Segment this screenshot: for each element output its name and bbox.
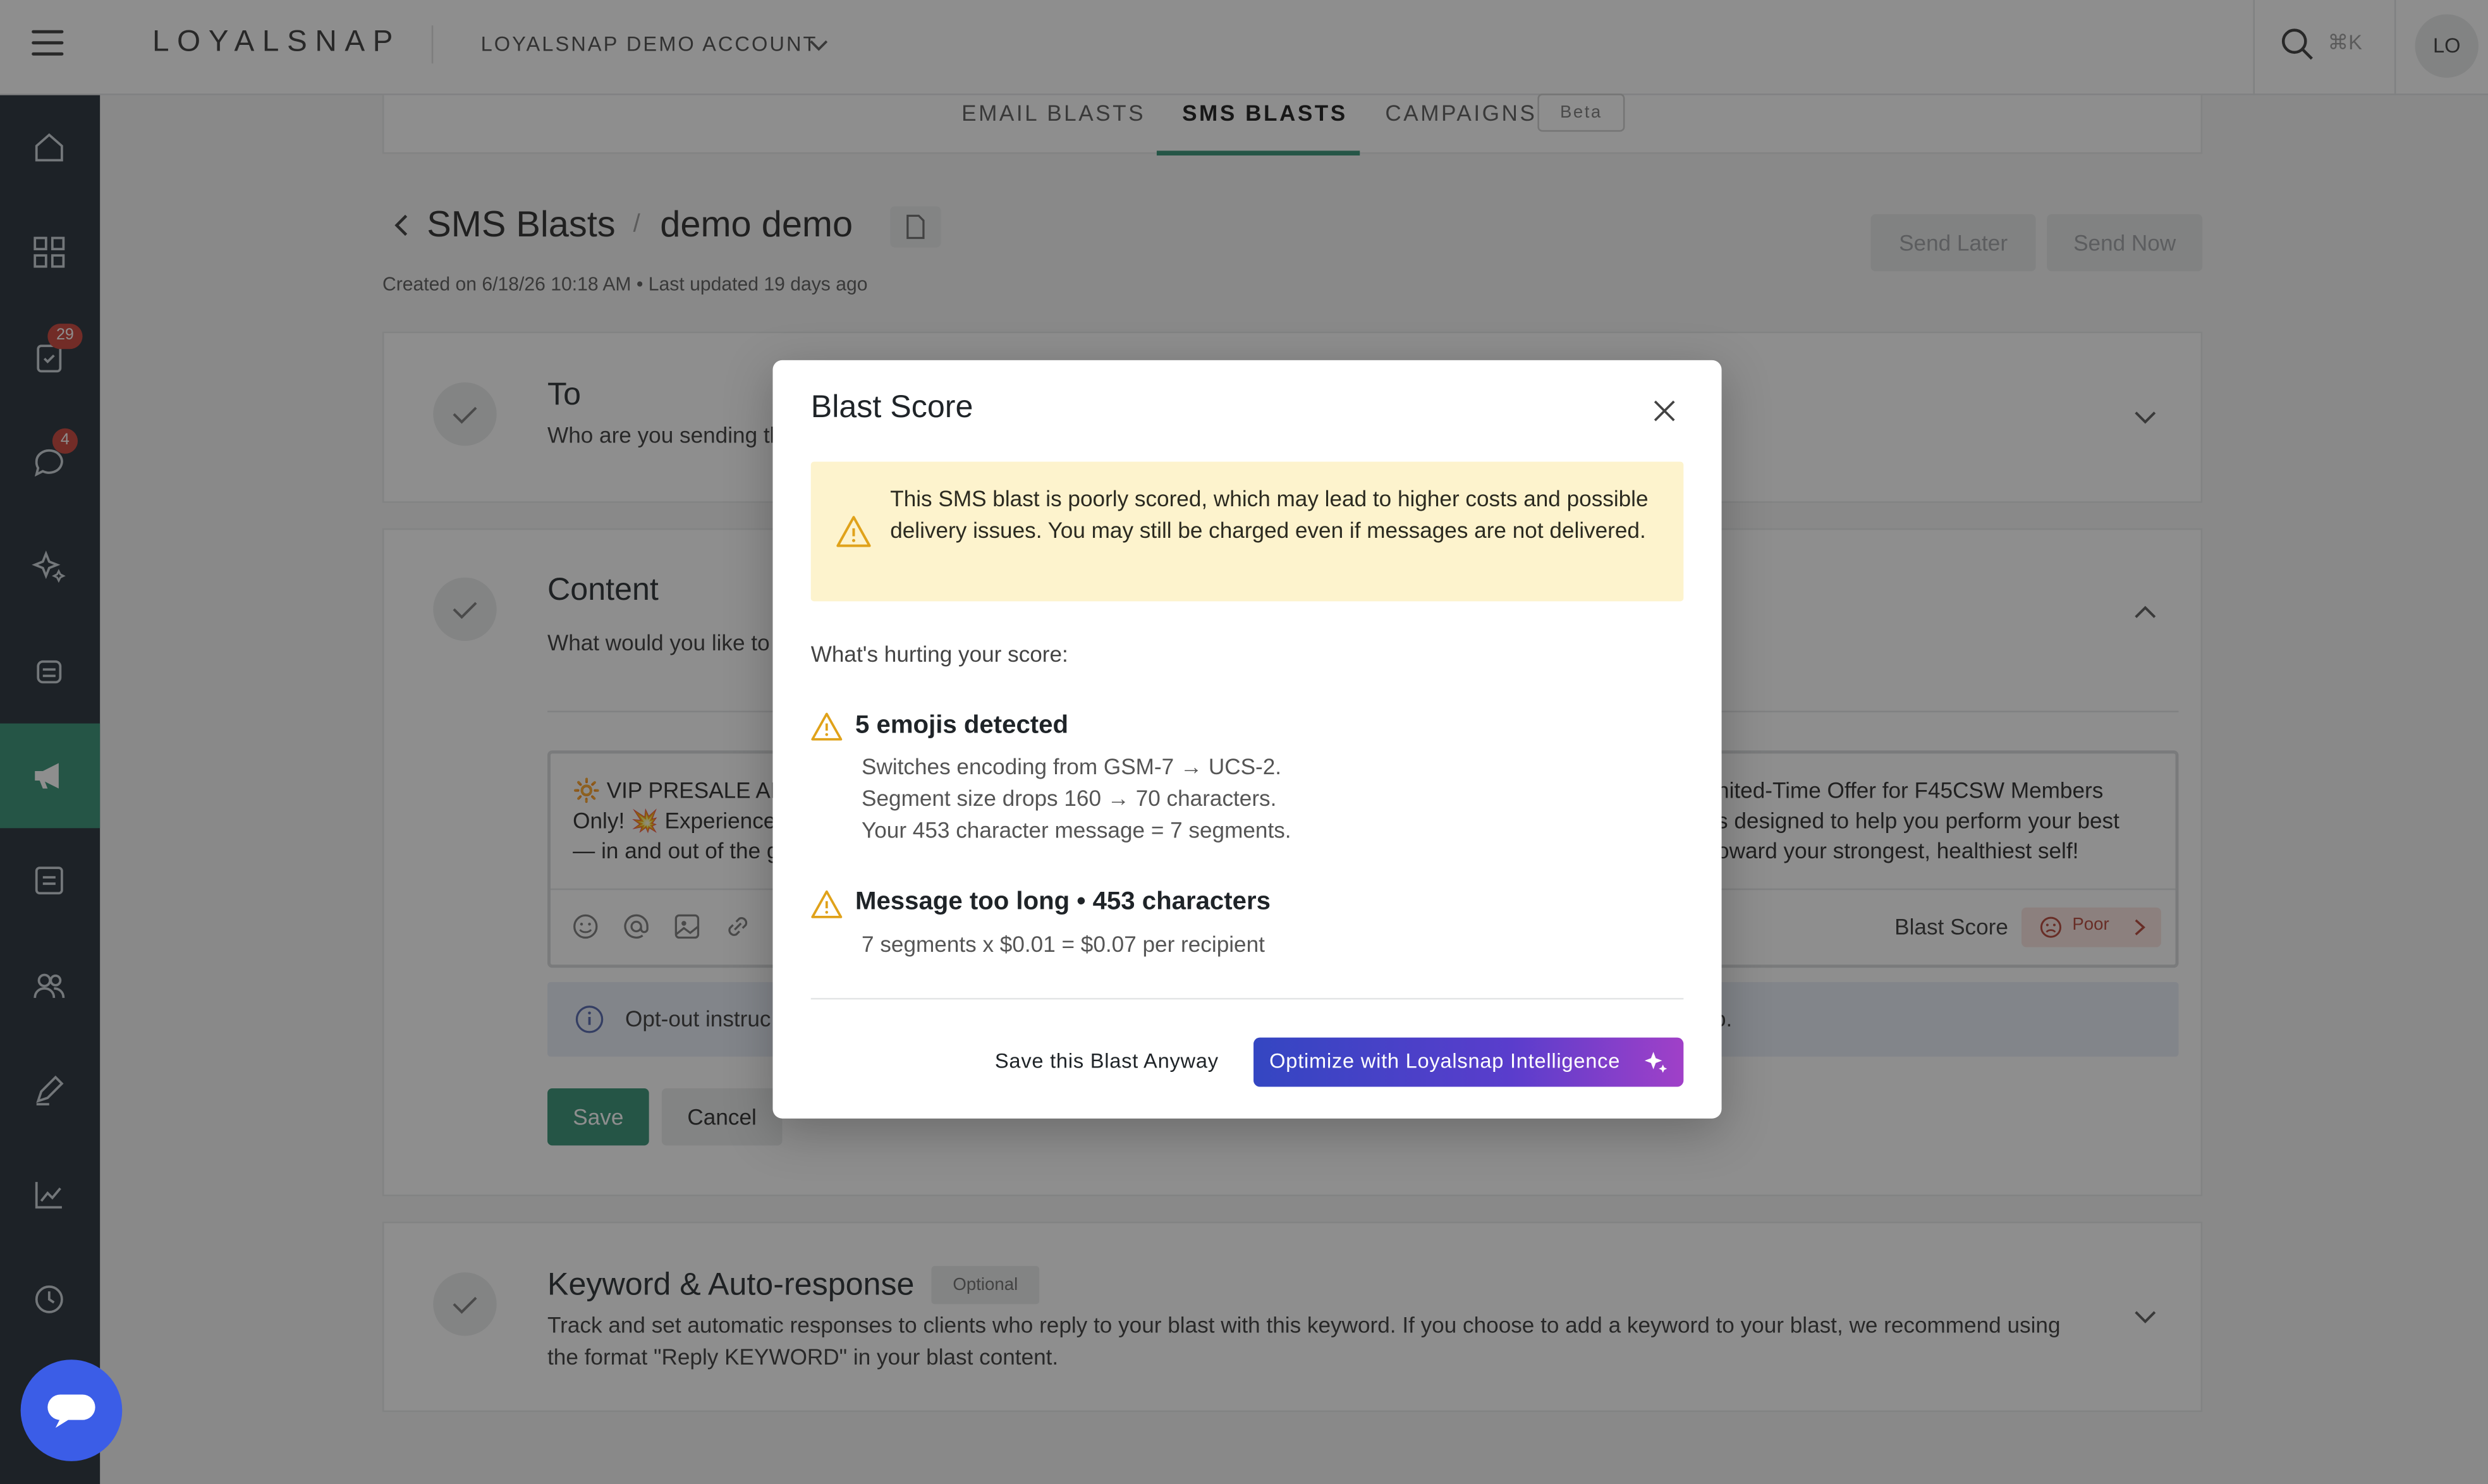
issue-detail: Segment size drops 160 → 70 characters. xyxy=(862,785,1277,811)
optimize-button[interactable]: Optimize with Loyalsnap Intelligence xyxy=(1253,1037,1684,1087)
modal-divider xyxy=(810,997,1684,1000)
issue-title: 5 emojis detected xyxy=(855,712,1069,739)
modal-title: Blast Score xyxy=(810,390,973,425)
warning-icon xyxy=(811,712,843,741)
sparkles-icon xyxy=(1644,1052,1668,1073)
warning-banner: This SMS blast is poorly scored, which m… xyxy=(810,461,1684,602)
warning-text: This SMS blast is poorly scored, which m… xyxy=(890,485,1649,543)
issue-detail: 7 segments x $0.01 = $0.07 per recipient xyxy=(862,931,1265,957)
close-icon[interactable] xyxy=(1649,395,1680,427)
save-anyway-button[interactable]: Save this Blast Anyway xyxy=(995,1049,1219,1073)
support-chat-button[interactable] xyxy=(20,1359,123,1461)
issue-detail: Switches encoding from GSM-7 → UCS-2. xyxy=(862,753,1282,779)
app-root: LOYALSNAP LOYALSNAP DEMO ACCOUNT ⌘K LO 2… xyxy=(0,0,2488,1484)
warning-icon xyxy=(811,890,843,918)
optimize-label: Optimize with Loyalsnap Intelligence xyxy=(1269,1049,1621,1073)
chat-bubble-icon xyxy=(47,1394,95,1428)
issue-title: Message too long • 453 characters xyxy=(855,888,1271,916)
hurting-label: What's hurting your score: xyxy=(810,641,1068,667)
blast-score-modal: Blast Score This SMS blast is poorly sco… xyxy=(772,360,1722,1119)
warning-icon xyxy=(836,516,871,547)
issue-detail: Your 453 character message = 7 segments. xyxy=(862,817,1291,842)
